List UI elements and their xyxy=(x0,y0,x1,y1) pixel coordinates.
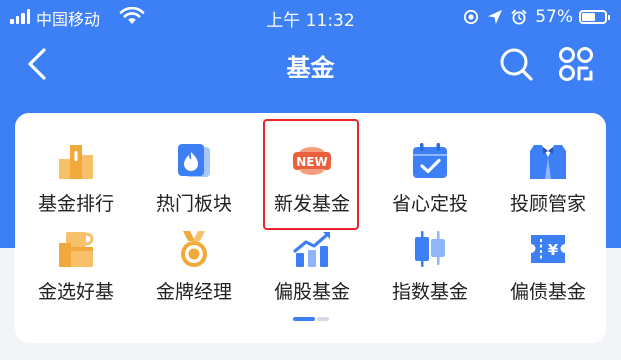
butler-suit-icon xyxy=(530,145,566,179)
shortcut-equity-funds[interactable]: 偏股基金 xyxy=(253,229,371,315)
shortcut-advisor[interactable]: 投顾管家 xyxy=(489,141,607,227)
search-button[interactable] xyxy=(498,46,534,82)
shortcut-label: 金选好基 xyxy=(37,281,114,303)
candlestick-icon xyxy=(415,231,445,267)
battery-percent: 57% xyxy=(535,7,573,27)
trophy-cup-icon xyxy=(59,232,94,267)
battery-icon xyxy=(579,10,610,24)
shortcut-bond-funds[interactable]: ¥ 偏债基金 xyxy=(489,229,607,315)
shortcut-label: 偏债基金 xyxy=(509,281,586,303)
nav-bar: 基金 xyxy=(0,34,621,96)
grid-scan-icon xyxy=(559,47,593,81)
gold-medal-icon xyxy=(181,231,207,267)
shortcut-gold-manager[interactable]: 金牌经理 xyxy=(135,229,253,315)
search-icon xyxy=(500,48,533,81)
status-bar: 中国移动 上午 11:32 57% xyxy=(0,0,621,34)
location-arrow-icon xyxy=(488,10,503,24)
ranking-podium-icon xyxy=(59,145,93,179)
back-button[interactable] xyxy=(22,46,54,82)
screen-record-icon xyxy=(464,9,479,25)
shortcut-gold-picks[interactable]: 金选好基 xyxy=(17,229,135,315)
calendar-check-icon xyxy=(413,143,447,178)
chevron-left-icon xyxy=(28,48,46,80)
shortcut-label: 基金排行 xyxy=(37,193,114,215)
shortcut-label: 偏股基金 xyxy=(273,281,350,303)
scan-button[interactable] xyxy=(558,46,594,82)
shortcut-label: 金牌经理 xyxy=(155,281,232,303)
shortcut-label: 指数基金 xyxy=(391,281,468,303)
shortcut-index-funds[interactable]: 指数基金 xyxy=(371,229,489,315)
bar-chart-rising-icon xyxy=(293,232,330,267)
shortcut-fund-ranking[interactable]: 基金排行 xyxy=(17,141,135,227)
highlight-box xyxy=(263,119,359,230)
shortcut-row: 金选好基 金牌经理 偏股基金 指数基金 ¥ 偏债基金 xyxy=(17,229,607,315)
battery-fill xyxy=(582,13,595,21)
fund-shortcut-card: 基金排行 热门板块 NEW 新发基金 省心定投 投顾管家 金选好基 金牌经理 偏… xyxy=(15,113,606,343)
page-indicator xyxy=(293,317,329,321)
shortcut-hot-sectors[interactable]: 热门板块 xyxy=(135,141,253,227)
page-dot-active[interactable] xyxy=(293,317,315,321)
shortcut-label: 热门板块 xyxy=(155,193,232,215)
yen-symbol: ¥ xyxy=(548,241,559,259)
fire-cards-icon xyxy=(178,144,210,177)
page-dot[interactable] xyxy=(317,317,329,321)
shortcut-auto-invest[interactable]: 省心定投 xyxy=(371,141,489,227)
shortcut-label: 投顾管家 xyxy=(509,193,586,215)
alarm-icon xyxy=(511,9,527,25)
bond-ticket-icon: ¥ xyxy=(531,235,565,263)
shortcut-label: 省心定投 xyxy=(391,193,468,215)
